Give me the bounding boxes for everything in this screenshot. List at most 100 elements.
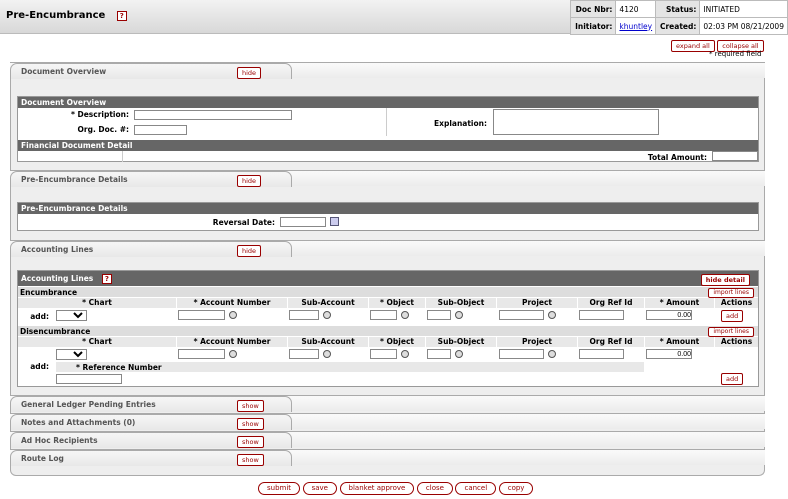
tab-route-log-header: Route Log show — [10, 450, 292, 466]
bottom-button-bar: submit save blanket approve close cancel… — [258, 482, 534, 495]
disencumbrance-add-row: add: * Reference Number add — [18, 348, 758, 387]
dis-object-input[interactable] — [370, 349, 397, 359]
initiator-name[interactable]: khuntley — [619, 22, 652, 31]
explanation-label: Explanation: — [433, 119, 487, 128]
dis-orgref-input[interactable] — [579, 349, 624, 359]
enc-subaccount-search-icon[interactable] — [323, 311, 331, 319]
dis-col-orgref: Org Ref Id — [578, 337, 644, 347]
doc-nbr-label: Doc Nbr: — [569, 0, 617, 18]
dis-chart-select[interactable] — [56, 349, 87, 360]
dis-subaccount-input[interactable] — [289, 349, 319, 359]
submit-button[interactable]: submit — [258, 482, 301, 495]
accounting-lines-hide-button[interactable]: hide — [237, 245, 262, 257]
enc-subobject-input[interactable] — [427, 310, 451, 320]
explanation-textarea[interactable] — [493, 109, 659, 135]
tab-pre-encumbrance: Pre-Encumbrance Details hide — [10, 170, 765, 187]
document-info-table: Doc Nbr: 4120 Status: INITIATED Initiato… — [569, 0, 788, 35]
dis-account-input[interactable] — [178, 349, 225, 359]
dis-add-button[interactable]: add — [721, 373, 744, 385]
dis-col-actions: Actions — [715, 337, 758, 347]
encumbrance-title: Encumbrance — [20, 288, 78, 297]
document-overview-hide-button[interactable]: hide — [237, 67, 262, 79]
gl-pending-show-button[interactable]: show — [237, 400, 264, 412]
dis-project-search-icon[interactable] — [548, 350, 556, 358]
total-amount-label: Total Amount: — [647, 153, 707, 162]
help-icon[interactable]: ? — [116, 11, 127, 21]
dis-col-chart: * Chart — [18, 337, 176, 347]
enc-project-input[interactable] — [499, 310, 544, 320]
enc-object-input[interactable] — [370, 310, 397, 320]
reversal-date-input[interactable] — [280, 217, 326, 227]
dis-col-subobject: Sub-Object — [426, 337, 496, 347]
enc-col-object: * Object — [369, 298, 425, 308]
tab-adhoc: Ad Hoc Recipients show — [10, 431, 765, 448]
close-button[interactable]: close — [416, 482, 453, 495]
dis-col-account: * Account Number — [177, 337, 287, 347]
document-overview-panel: Document Overview * Description: Org. Do… — [17, 96, 759, 162]
tab-accounting-lines-header: Accounting Lines hide — [10, 241, 292, 257]
doc-nbr-value: 4120 — [615, 0, 657, 18]
page-title: Pre-Encumbrance ? — [6, 10, 127, 21]
adhoc-show-button[interactable]: show — [237, 436, 264, 448]
tab-document-overview-label: Document Overview — [21, 67, 107, 76]
dis-account-search-icon[interactable] — [229, 350, 237, 358]
initiator-link[interactable]: khuntley — [615, 17, 657, 35]
copy-button[interactable]: copy — [498, 482, 534, 495]
hide-detail-button[interactable]: hide detail — [700, 274, 750, 286]
enc-orgref-input[interactable] — [579, 310, 624, 320]
dis-subobject-search-icon[interactable] — [455, 350, 463, 358]
disencumbrance-import-lines-button[interactable]: import lines — [708, 327, 754, 337]
enc-project-search-icon[interactable] — [548, 311, 556, 319]
encumbrance-subheader: Encumbrance import lines — [18, 287, 758, 298]
initiator-label: Initiator: — [569, 17, 617, 35]
pre-encumbrance-hide-button[interactable]: hide — [237, 175, 262, 187]
dis-add-label: add: — [30, 362, 49, 371]
tab-document-overview: Document Overview hide — [10, 62, 765, 79]
dis-subobject-input[interactable] — [427, 349, 451, 359]
enc-amount-input[interactable] — [646, 310, 692, 320]
calendar-icon[interactable] — [330, 217, 339, 226]
dis-project-input[interactable] — [499, 349, 544, 359]
tab-notes-label: Notes and Attachments (0) — [21, 418, 136, 427]
tab-route-log-label: Route Log — [21, 454, 64, 463]
created-value: 02:03 PM 08/21/2009 — [699, 17, 788, 35]
required-field-note: * required field — [709, 50, 762, 58]
description-input[interactable] — [134, 110, 292, 120]
cancel-button[interactable]: cancel — [455, 482, 497, 495]
blanket-approve-button[interactable]: blanket approve — [339, 482, 415, 495]
reference-number-input[interactable] — [56, 374, 122, 384]
tab-gl-pending-label: General Ledger Pending Entries — [21, 400, 156, 409]
dis-object-search-icon[interactable] — [401, 350, 409, 358]
notes-show-button[interactable]: show — [237, 418, 264, 430]
enc-add-button[interactable]: add — [721, 310, 744, 322]
enc-col-amount: * Amount — [645, 298, 714, 308]
tab-notes: Notes and Attachments (0) show — [10, 413, 765, 430]
enc-account-input[interactable] — [178, 310, 225, 320]
tab-adhoc-label: Ad Hoc Recipients — [21, 436, 98, 445]
dis-subaccount-search-icon[interactable] — [323, 350, 331, 358]
enc-subaccount-input[interactable] — [289, 310, 319, 320]
accounting-help-icon[interactable]: ? — [101, 274, 112, 284]
encumbrance-import-lines-button[interactable]: import lines — [708, 288, 754, 298]
tab-pre-encumbrance-header: Pre-Encumbrance Details hide — [10, 171, 292, 187]
document-overview-section-title: Document Overview — [18, 97, 758, 108]
enc-account-search-icon[interactable] — [229, 311, 237, 319]
enc-col-chart: * Chart — [18, 298, 176, 308]
accounting-lines-panel: Accounting Lines ? hide detail Encumbran… — [17, 270, 759, 387]
org-doc-input[interactable] — [134, 125, 187, 135]
tab-document-overview-header: Document Overview hide — [10, 63, 292, 79]
total-amount-field — [712, 151, 758, 161]
enc-object-search-icon[interactable] — [401, 311, 409, 319]
save-button[interactable]: save — [302, 482, 337, 495]
tab-accounting-lines-label: Accounting Lines — [21, 245, 94, 254]
disencumbrance-subheader: Disencumbrance import lines — [18, 326, 758, 337]
enc-col-subobject: Sub-Object — [426, 298, 496, 308]
enc-subobject-search-icon[interactable] — [455, 311, 463, 319]
description-label: * Description: — [70, 110, 129, 119]
enc-chart-select[interactable] — [56, 310, 87, 321]
tab-gl-pending-header: General Ledger Pending Entries show — [10, 396, 292, 412]
dis-col-amount: * Amount — [645, 337, 714, 347]
enc-add-label: add: — [30, 312, 49, 321]
route-log-show-button[interactable]: show — [237, 454, 264, 466]
dis-amount-input[interactable] — [646, 349, 692, 359]
